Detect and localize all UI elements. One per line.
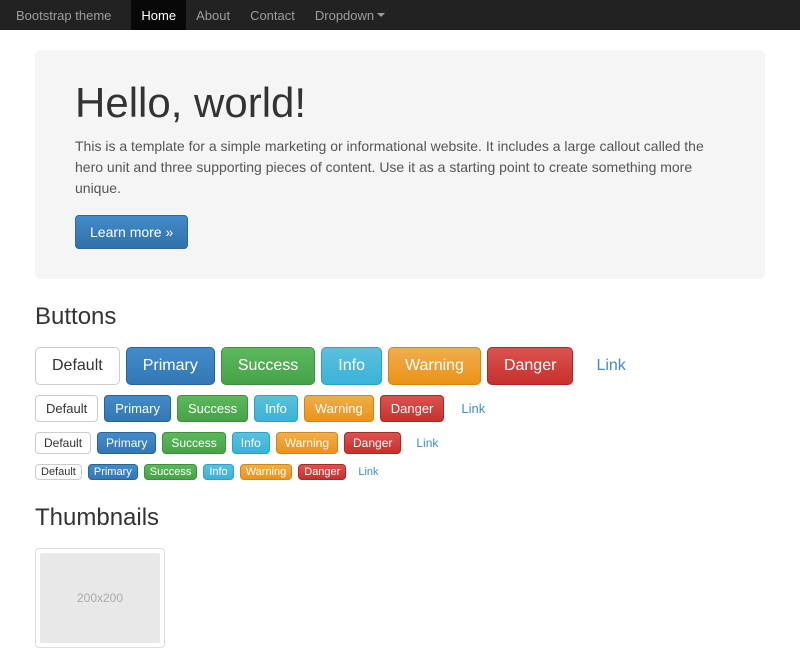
thumbnail-label: 200x200	[77, 591, 123, 605]
btn-default-lg[interactable]: Default	[35, 347, 120, 385]
btn-info-sm[interactable]: Info	[232, 432, 270, 454]
nav-item-about[interactable]: About	[186, 0, 240, 30]
hero-heading: Hello, world!	[75, 80, 725, 126]
btn-default-sm[interactable]: Default	[35, 432, 91, 454]
buttons-section: Buttons Default Primary Success Info War…	[35, 303, 765, 480]
button-row-xsmall: Default Primary Success Info Warning Dan…	[35, 464, 765, 480]
btn-info-lg[interactable]: Info	[321, 347, 382, 385]
buttons-section-title: Buttons	[35, 303, 765, 331]
btn-warning-md[interactable]: Warning	[304, 395, 374, 422]
btn-success-md[interactable]: Success	[177, 395, 248, 422]
btn-danger-sm[interactable]: Danger	[344, 432, 401, 454]
btn-danger-lg[interactable]: Danger	[487, 347, 573, 385]
btn-info-xs[interactable]: Info	[203, 464, 233, 480]
btn-primary-sm[interactable]: Primary	[97, 432, 156, 454]
hero-unit: Hello, world! This is a template for a s…	[35, 50, 765, 279]
dropdown-caret-icon	[377, 13, 385, 17]
learn-more-button[interactable]: Learn more »	[75, 215, 188, 249]
btn-warning-xs[interactable]: Warning	[240, 464, 293, 480]
button-row-medium: Default Primary Success Info Warning Dan…	[35, 395, 765, 422]
btn-danger-xs[interactable]: Danger	[298, 464, 346, 480]
btn-default-xs[interactable]: Default	[35, 464, 82, 480]
hero-body: This is a template for a simple marketin…	[75, 136, 725, 199]
btn-success-lg[interactable]: Success	[221, 347, 315, 385]
button-row-small: Default Primary Success Info Warning Dan…	[35, 432, 765, 454]
btn-link-lg[interactable]: Link	[579, 347, 642, 385]
btn-warning-lg[interactable]: Warning	[388, 347, 481, 385]
thumbnails-section-title: Thumbnails	[35, 504, 765, 532]
button-row-large: Default Primary Success Info Warning Dan…	[35, 347, 765, 385]
btn-success-sm[interactable]: Success	[162, 432, 225, 454]
navbar-brand[interactable]: Bootstrap theme	[16, 8, 111, 23]
btn-danger-md[interactable]: Danger	[380, 395, 445, 422]
thumbnails-section: Thumbnails 200x200	[35, 504, 765, 648]
btn-default-md[interactable]: Default	[35, 395, 98, 422]
nav-items: Home About Contact Dropdown	[131, 0, 395, 30]
btn-warning-sm[interactable]: Warning	[276, 432, 338, 454]
btn-link-md[interactable]: Link	[450, 395, 496, 422]
btn-link-sm[interactable]: Link	[407, 432, 447, 454]
thumbnail-item[interactable]: 200x200	[35, 548, 165, 648]
btn-primary-md[interactable]: Primary	[104, 395, 171, 422]
nav-item-dropdown[interactable]: Dropdown	[305, 0, 395, 30]
thumbnail-image: 200x200	[40, 553, 160, 643]
btn-success-xs[interactable]: Success	[144, 464, 198, 480]
btn-primary-lg[interactable]: Primary	[126, 347, 215, 385]
btn-info-md[interactable]: Info	[254, 395, 298, 422]
main-container: Hello, world! This is a template for a s…	[20, 30, 780, 668]
navbar: Bootstrap theme Home About Contact Dropd…	[0, 0, 800, 30]
btn-link-xs[interactable]: Link	[352, 464, 384, 480]
nav-item-contact[interactable]: Contact	[240, 0, 305, 30]
nav-item-home[interactable]: Home	[131, 0, 186, 30]
btn-primary-xs[interactable]: Primary	[88, 464, 138, 480]
